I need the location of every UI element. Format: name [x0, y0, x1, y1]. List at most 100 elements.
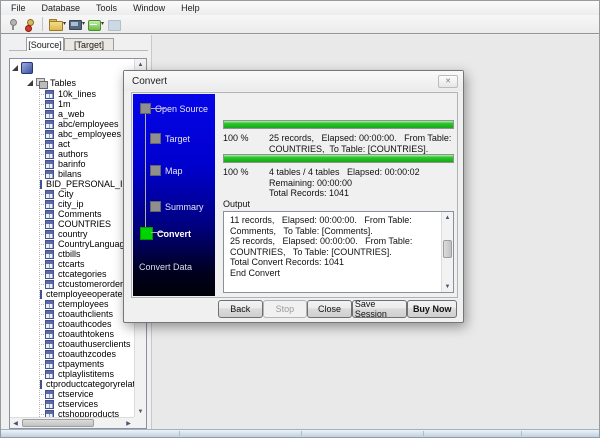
toolbar-group-connection [4, 16, 38, 33]
wizard-step: Map [140, 165, 183, 176]
scroll-down-icon[interactable]: ▼ [135, 406, 146, 417]
tree-item[interactable]: city_ip [10, 199, 134, 209]
scroll-up-icon[interactable]: ▲ [135, 59, 146, 70]
tree-item[interactable]: barinfo [10, 159, 134, 169]
scrollbar-thumb[interactable] [443, 240, 452, 258]
convert-progress-area: 100 % 25 records, Elapsed: 00:00:00. Fro… [221, 94, 456, 298]
tree-item[interactable]: ctproductcategoryrelation [10, 379, 134, 389]
table-icon [45, 210, 54, 219]
open-session-folder-icon[interactable]: ▾ [47, 16, 67, 33]
tree-item[interactable]: abc_employees [10, 129, 134, 139]
output-line: 25 records, Elapsed: 00:00:00. From Tabl… [230, 236, 439, 257]
dialog-button[interactable]: Buy Now [407, 300, 457, 318]
tree-item[interactable]: act [10, 139, 134, 149]
tree-item[interactable]: ctemployees [10, 299, 134, 309]
convert-dialog: Convert ✕ Open Source Target [123, 70, 464, 323]
table-icon [45, 110, 54, 119]
tab-source[interactable]: [Source] [26, 37, 64, 51]
scroll-down-icon[interactable]: ▼ [442, 281, 453, 292]
tree-view: Tables 10k_lines 1m [10, 59, 134, 417]
toolbar-separator [42, 17, 43, 31]
tree-item[interactable]: ctcarts [10, 259, 134, 269]
tree-item[interactable]: 1m [10, 99, 134, 109]
output-line: 11 records, Elapsed: 00:00:00. From Tabl… [230, 215, 439, 236]
migration-wizard-icon[interactable]: ▾ [67, 16, 86, 33]
menu-item[interactable]: Help [173, 2, 208, 14]
table-icon [45, 260, 54, 269]
close-icon[interactable]: ✕ [438, 75, 458, 88]
table-icon [45, 360, 54, 369]
table-icon [45, 400, 54, 409]
expanded-arrow-icon[interactable] [27, 80, 33, 86]
output-vertical-scrollbar[interactable]: ▲ ▼ [441, 212, 453, 292]
disconnect-icon[interactable] [21, 16, 38, 33]
menu-bar: FileDatabaseToolsWindowHelp [1, 1, 599, 15]
tree-item[interactable]: ctoauthcodes [10, 319, 134, 329]
dialog-button[interactable]: Save Session [352, 300, 408, 318]
table-icon [40, 180, 42, 189]
menu-item[interactable]: Window [125, 2, 173, 14]
tree-item[interactable]: BID_PERSONAL_INF [10, 179, 134, 189]
tree-item[interactable]: ctemployeeoperatelog [10, 289, 134, 299]
tree-items: 10k_lines 1m a_web [10, 89, 134, 417]
dropdown-arrow-icon: ▾ [101, 21, 104, 27]
wizard-step: Summary [140, 201, 204, 212]
scrollbar-thumb[interactable] [22, 419, 94, 427]
tree-item[interactable]: abc/employees [10, 119, 134, 129]
tree-horizontal-scrollbar[interactable]: ◀ ▶ [10, 417, 134, 428]
table-icon [45, 230, 54, 239]
tree-item[interactable]: Comments [10, 209, 134, 219]
tree-item[interactable]: a_web [10, 109, 134, 119]
wizard-step: Open Source [140, 103, 208, 114]
table-icon [45, 340, 54, 349]
tree-item[interactable]: ctservice [10, 389, 134, 399]
tree-item[interactable]: ctoauthclients [10, 309, 134, 319]
tree-item[interactable]: ctpayments [10, 359, 134, 369]
menu-item[interactable]: Database [34, 2, 89, 14]
tree-item[interactable]: ctshopproducts [10, 409, 134, 417]
tree-item[interactable]: CountryLanguage [10, 239, 134, 249]
tree-item[interactable]: ctplaylistitems [10, 369, 134, 379]
convert-table-icon[interactable]: ▾ [86, 16, 105, 33]
tree-item[interactable]: ctoauthtokens [10, 329, 134, 339]
dialog-button[interactable]: Back [218, 300, 263, 318]
tree-item[interactable]: 10k_lines [10, 89, 134, 99]
dialog-button[interactable]: Close [307, 300, 352, 318]
tree-item[interactable]: City [10, 189, 134, 199]
output-log-box[interactable]: 11 records, Elapsed: 00:00:00. From Tabl… [223, 211, 454, 293]
tree-item[interactable]: bilans [10, 169, 134, 179]
tree-item[interactable]: ctservices [10, 399, 134, 409]
total-progress-detail: 4 tables / 4 tables Elapsed: 00:00:02 Re… [269, 167, 454, 199]
disabled-tool-icon[interactable] [105, 16, 122, 33]
scroll-right-icon[interactable]: ▶ [123, 418, 134, 429]
expanded-arrow-icon[interactable] [12, 65, 18, 71]
menu-item[interactable]: File [3, 2, 34, 14]
wizard-step: Convert [140, 227, 191, 240]
scroll-left-icon[interactable]: ◀ [10, 418, 21, 429]
tree-item[interactable]: ctcategories [10, 269, 134, 279]
tree-item[interactable]: authors [10, 149, 134, 159]
dialog-title-bar[interactable]: Convert [124, 71, 463, 91]
table-icon [45, 130, 54, 139]
tree-item[interactable]: ctoauthuserclients [10, 339, 134, 349]
tree-item[interactable]: ctcustomerorders [10, 279, 134, 289]
step-square-icon [150, 201, 161, 212]
table-icon [45, 330, 54, 339]
tree-item[interactable]: COUNTRIES [10, 219, 134, 229]
tree-root-node[interactable] [10, 59, 134, 76]
dialog-button[interactable]: Stop [263, 300, 308, 318]
step-square-icon [140, 227, 153, 240]
tree-node-tables[interactable]: Tables [10, 76, 134, 89]
scroll-up-icon[interactable]: ▲ [442, 212, 453, 223]
connect-icon[interactable] [4, 16, 21, 33]
menu-item[interactable]: Tools [88, 2, 125, 14]
app-window: FileDatabaseToolsWindowHelp ▾ ▾ ▾ [Sourc… [0, 0, 600, 438]
tree-item[interactable]: country [10, 229, 134, 239]
step-square-icon [140, 103, 151, 114]
step-square-icon [150, 165, 161, 176]
table-icon [45, 250, 54, 259]
toolbar: ▾ ▾ ▾ [1, 15, 599, 34]
table-icon [45, 410, 54, 418]
tree-item[interactable]: ctbills [10, 249, 134, 259]
tree-item[interactable]: ctoauthzcodes [10, 349, 134, 359]
